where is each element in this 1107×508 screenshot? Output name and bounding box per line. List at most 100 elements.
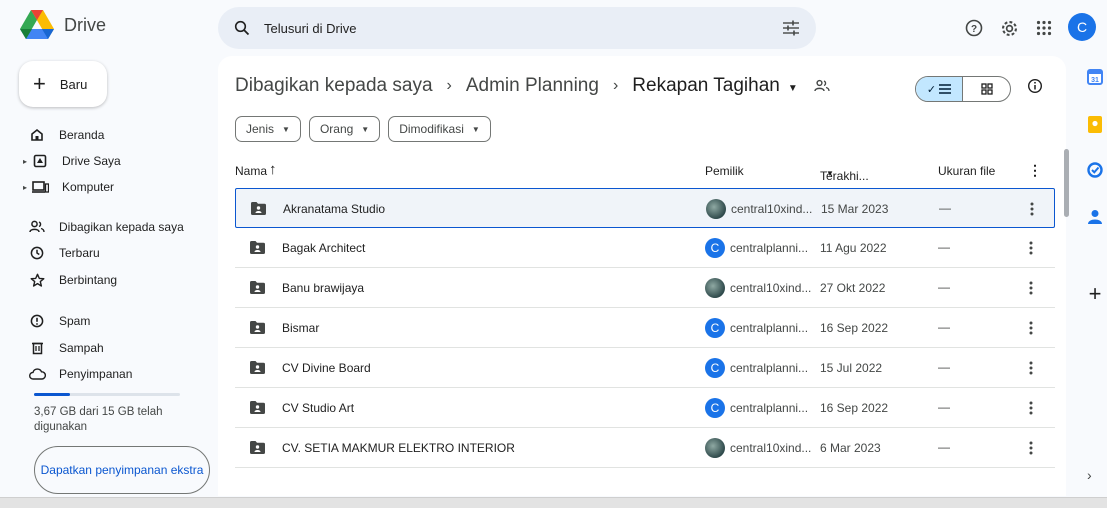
file-name[interactable]: Bagak Architect bbox=[282, 241, 365, 255]
settings-gear-icon[interactable] bbox=[996, 15, 1022, 41]
column-name[interactable]: Nama bbox=[235, 164, 267, 178]
modified-date: 27 Okt 2022 bbox=[820, 281, 886, 295]
grid-view-button[interactable] bbox=[963, 77, 1010, 101]
file-name[interactable]: CV. SETIA MAKMUR ELEKTRO INTERIOR bbox=[282, 441, 515, 455]
file-name[interactable]: Akranatama Studio bbox=[283, 202, 385, 216]
table-row[interactable]: CV Studio Art C centralplanni... 16 Sep … bbox=[235, 388, 1055, 428]
dropdown-arrow-icon: ▼ bbox=[787, 83, 798, 94]
more-actions-icon[interactable] bbox=[1023, 318, 1039, 338]
owner-avatar: C bbox=[705, 318, 725, 338]
owner-name: central10xind... bbox=[730, 441, 812, 455]
owner-name: centralplanni... bbox=[730, 241, 809, 255]
tasks-app-icon[interactable] bbox=[1085, 160, 1105, 180]
breadcrumb-separator-icon: › bbox=[612, 77, 619, 94]
search-options-icon[interactable] bbox=[782, 20, 800, 36]
breadcrumb-admin-planning[interactable]: Admin Planning bbox=[466, 75, 599, 97]
view-toggle: ✓ bbox=[915, 76, 1011, 102]
grid-icon bbox=[980, 83, 993, 95]
search-bar[interactable] bbox=[218, 7, 816, 49]
search-icon[interactable] bbox=[234, 20, 250, 36]
shared-folder-icon[interactable] bbox=[814, 79, 830, 93]
modified-date: 15 Mar 2023 bbox=[821, 202, 889, 216]
breadcrumb-shared-with-me[interactable]: Dibagikan kepada saya bbox=[235, 75, 433, 97]
sidebar-item-storage[interactable]: Penyimpanan bbox=[0, 362, 210, 386]
column-file-size[interactable]: Ukuran file bbox=[938, 164, 995, 178]
more-actions-icon[interactable] bbox=[1023, 438, 1039, 458]
computer-icon bbox=[30, 179, 50, 195]
calendar-app-icon[interactable]: 31 bbox=[1085, 67, 1105, 87]
breadcrumb-current-folder[interactable]: Rekapan Tagihan ▼ bbox=[632, 75, 797, 97]
new-button-label: Baru bbox=[59, 76, 88, 92]
shared-folder-icon bbox=[250, 361, 265, 374]
file-name[interactable]: CV Divine Board bbox=[282, 361, 371, 375]
more-actions-icon[interactable] bbox=[1024, 199, 1040, 219]
filter-people-chip[interactable]: Orang ▼ bbox=[308, 116, 381, 142]
filter-modified-label: Dimodifikasi bbox=[399, 122, 464, 136]
table-row[interactable]: CV Divine Board C centralplanni... 15 Ju… bbox=[235, 348, 1055, 388]
info-icon[interactable] bbox=[1027, 78, 1043, 94]
column-options-more-icon[interactable]: ⋮ bbox=[1028, 162, 1042, 179]
sidebar-item-computers[interactable]: ▸ Komputer bbox=[0, 175, 210, 199]
keep-app-icon[interactable] bbox=[1085, 114, 1105, 134]
file-name[interactable]: Bismar bbox=[282, 321, 319, 335]
filter-type-label: Jenis bbox=[246, 122, 275, 136]
get-more-storage-button[interactable]: Dapatkan penyimpanan ekstra bbox=[34, 446, 210, 494]
sidebar-item-my-drive[interactable]: ▸ Drive Saya bbox=[0, 149, 210, 173]
search-input[interactable] bbox=[264, 20, 782, 36]
owner-name: central10xind... bbox=[730, 281, 812, 295]
new-button[interactable]: + Baru bbox=[19, 61, 107, 107]
owner-avatar: C bbox=[705, 358, 725, 378]
help-icon[interactable]: ? bbox=[961, 15, 987, 41]
filter-people-label: Orang bbox=[319, 122, 354, 136]
my-drive-icon bbox=[30, 153, 50, 169]
sort-ascending-arrow-icon[interactable]: ↑ bbox=[269, 161, 277, 178]
modified-date: 6 Mar 2023 bbox=[820, 441, 881, 455]
contacts-app-icon[interactable] bbox=[1085, 207, 1105, 227]
more-actions-icon[interactable] bbox=[1023, 358, 1039, 378]
table-row[interactable]: Bagak Architect C centralplanni... 11 Ag… bbox=[235, 228, 1055, 268]
window-bottom-edge bbox=[0, 497, 1107, 508]
table-row[interactable]: Akranatama Studio central10xind... 15 Ma… bbox=[235, 188, 1055, 228]
more-actions-icon[interactable] bbox=[1023, 278, 1039, 298]
modified-date: 16 Sep 2022 bbox=[820, 321, 889, 335]
column-owner[interactable]: Pemilik bbox=[705, 164, 744, 178]
scrollbar-thumb[interactable] bbox=[1064, 149, 1069, 217]
owner-avatar: C bbox=[705, 238, 725, 258]
shared-folder-icon bbox=[250, 401, 265, 414]
dropdown-arrow-icon: ▼ bbox=[826, 169, 834, 178]
filter-chips: Jenis ▼ Orang ▼ Dimodifikasi ▼ bbox=[235, 116, 491, 142]
more-actions-icon[interactable] bbox=[1023, 238, 1039, 258]
apps-grid-icon[interactable] bbox=[1031, 15, 1057, 41]
storage-usage-text: 3,67 GB dari 15 GB telah digunakan bbox=[34, 406, 163, 433]
file-name[interactable]: Banu brawijaya bbox=[282, 281, 364, 295]
file-name[interactable]: CV Studio Art bbox=[282, 401, 354, 415]
svg-text:31: 31 bbox=[1091, 77, 1099, 84]
sidebar-item-home[interactable]: Beranda bbox=[0, 123, 210, 147]
sidebar-item-spam[interactable]: Spam bbox=[0, 309, 210, 333]
more-actions-icon[interactable] bbox=[1023, 398, 1039, 418]
table-row[interactable]: Banu brawijaya central10xind... 27 Okt 2… bbox=[235, 268, 1055, 308]
table-row[interactable]: CV. SETIA MAKMUR ELEKTRO INTERIOR centra… bbox=[235, 428, 1055, 468]
drive-logo-icon bbox=[20, 10, 54, 39]
owner-avatar bbox=[705, 438, 725, 458]
list-view-button[interactable]: ✓ bbox=[916, 77, 964, 101]
owner-name: central10xind... bbox=[731, 202, 813, 216]
sidebar-item-recent[interactable]: Terbaru bbox=[0, 241, 210, 265]
file-size: — bbox=[939, 201, 951, 215]
expand-caret-icon[interactable]: ▸ bbox=[0, 183, 30, 192]
expand-side-panel-chevron-icon[interactable]: › bbox=[1087, 467, 1092, 483]
add-app-plus-icon[interactable]: + bbox=[1085, 281, 1105, 307]
table-row[interactable]: Bismar C centralplanni... 16 Sep 2022 — bbox=[235, 308, 1055, 348]
expand-caret-icon[interactable]: ▸ bbox=[0, 157, 30, 166]
file-size: — bbox=[938, 280, 950, 294]
file-size: — bbox=[938, 320, 950, 334]
owner-avatar bbox=[706, 199, 726, 219]
account-avatar[interactable]: C bbox=[1068, 13, 1096, 41]
sidebar-item-trash[interactable]: Sampah bbox=[0, 336, 210, 360]
sidebar-item-shared-with-me[interactable]: Dibagikan kepada saya bbox=[0, 215, 210, 239]
dropdown-arrow-icon: ▼ bbox=[361, 124, 370, 134]
sidebar-item-starred[interactable]: Berbintang bbox=[0, 268, 210, 292]
filter-type-chip[interactable]: Jenis ▼ bbox=[235, 116, 301, 142]
filter-modified-chip[interactable]: Dimodifikasi ▼ bbox=[388, 116, 491, 142]
drive-logo[interactable]: Drive bbox=[20, 10, 106, 40]
